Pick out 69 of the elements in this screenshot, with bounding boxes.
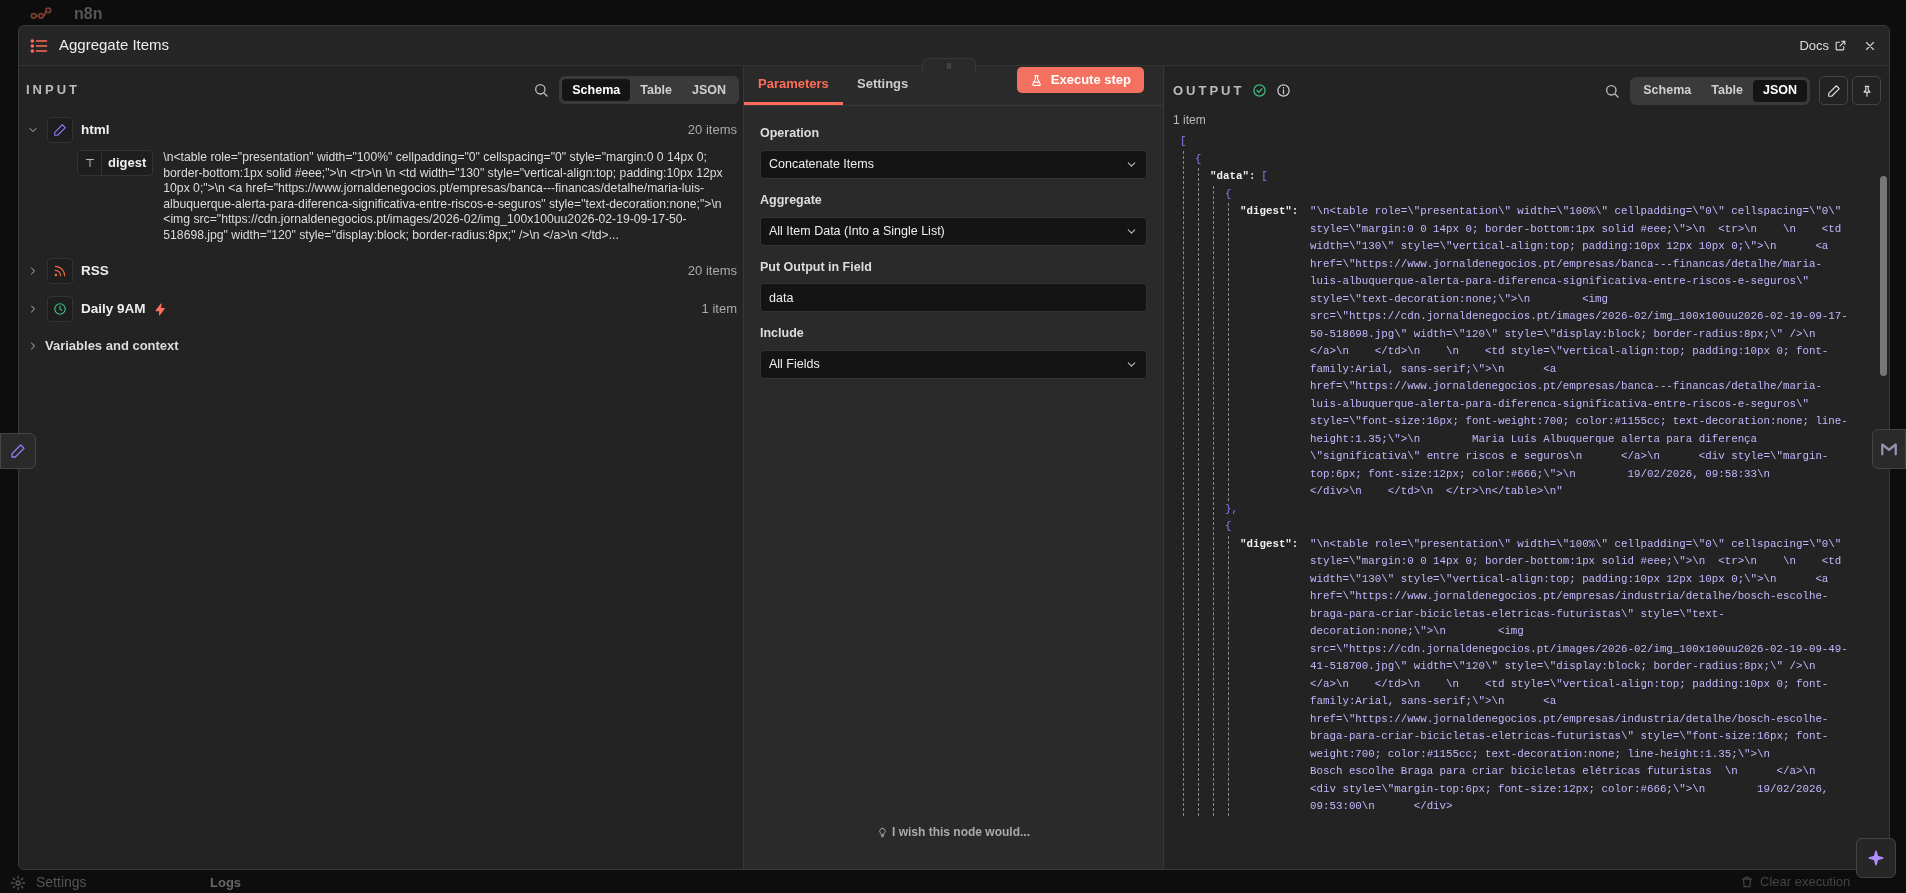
item-count: 20 items xyxy=(687,121,737,140)
view-tab[interactable]: Table xyxy=(1701,79,1753,102)
scrollbar[interactable] xyxy=(1880,176,1887,376)
flask-icon xyxy=(1029,73,1043,87)
tab[interactable]: Parameters xyxy=(744,65,843,105)
input-field[interactable]: data xyxy=(760,283,1147,313)
field-label: Aggregate xyxy=(760,191,823,209)
assistant-button[interactable] xyxy=(1856,838,1896,878)
clock-icon xyxy=(53,302,67,316)
search-icon xyxy=(1604,82,1621,99)
logs-label: Logs xyxy=(210,874,242,892)
json-key: "digest": xyxy=(1240,203,1310,221)
item-count: 1 item xyxy=(701,300,737,319)
letter-m-icon xyxy=(1880,440,1898,458)
external-link-icon xyxy=(1834,39,1847,52)
tab[interactable]: Settings xyxy=(843,65,923,105)
pencil-icon xyxy=(53,123,67,137)
docs-link[interactable]: Docs xyxy=(1799,35,1847,56)
app-name: n8n xyxy=(74,4,103,24)
field-tag: digest xyxy=(77,150,154,176)
info-icon xyxy=(1276,83,1292,98)
sparkle-icon xyxy=(1867,849,1885,867)
panel-heading: INPUT xyxy=(26,81,80,100)
text-type-icon xyxy=(83,157,96,169)
lightbulb-icon xyxy=(877,826,888,838)
pencil-icon xyxy=(1826,83,1841,98)
item-count: 20 items xyxy=(687,262,737,281)
select-field[interactable]: All Fields xyxy=(760,350,1147,379)
json-bracket: [ xyxy=(1261,169,1268,184)
pencil-icon xyxy=(10,443,26,459)
json-bracket: { xyxy=(1225,186,1232,202)
field-label: Operation xyxy=(760,125,821,142)
view-tab[interactable]: Schema xyxy=(562,79,631,101)
edit-button[interactable] xyxy=(1819,76,1848,105)
json-bracket: { xyxy=(1195,151,1202,167)
edit-side-button[interactable] xyxy=(0,433,36,469)
view-tab[interactable]: JSON xyxy=(681,79,736,101)
window-title: Aggregate Items xyxy=(59,35,170,56)
json-bracket: [ xyxy=(1180,134,1187,149)
item-count: 1 item xyxy=(1172,112,1207,129)
field-label: Include xyxy=(760,325,805,343)
json-value: "\n<table role=\"presentation\" width=\"100%\" cellpadding=\"0\" cellspacing=\"0\" style=\"margin:0 0 14px 0; border-bottom:1px solid #eee;\">\n <tr>\n \n <td width=\"130\" style=\"vertical-align:top; padding:10px 12px 10px 0;\">\n <a href=\"https://www.jornaldenegocios.pt/empresas/banca---financas/detalhe/maria-luis-albuquerque-alerta-para-diferenca-significativa-entre-riscos-e-seguros\" style=\"text-decoration:none;\">\n <img src=\"https://cdn.jornaldenegocios.pt/images/2026-02/img_100x100uu2026-02-19-09-17-50-518698.jpg\" width=\"120\" style=\"display:block; border-radius:8px;\" />\n </a>\n </td>\n \n <td style=\"vertical-align:top; padding:10px 0; font-family:Arial, sans-serif;\">\n <a href=\"https://www.jornaldenegocios.pt/empresas/banca---financas/detalhe/maria-luis-albuquerque-alerta-para-diferenca-significativa-entre-riscos-e-seguros\" style=\"font-size:16px; font-weight:700; color:#1155cc; text-decoration:none; line-height:1.35;\">\n Maria Luís Albuquerque alerta para diferença \"significativa\" entre riscos e seguros\n </a>\n <div style=\"margin-top:6px; font-size:12px; color:#666;\">\n 19/02/2026, 09:58:33\n </div>\n </td>\n </tr>\n</table>\n" xyxy=(1310,204,1849,499)
mail-side-button[interactable] xyxy=(1872,429,1906,469)
json-value: "\n<table role=\"presentation\" width=\"100%\" cellpadding=\"0\" cellspacing=\"0\" style=\"margin:0 0 14px 0; border-bottom:1px solid #eee;\">\n <tr>\n \n <td width=\"130\" style=\"vertical-align:top; padding:10px 12px 10px 0;\">\n <a href=\"https://www.jornaldenegocios.pt/empresas/industria/detalhe/bosch-escolhe-braga-para-criar-bicicletas-eletricas-futuristas\" style=\"text-decoration:none;\">\n <img src=\"https://cdn.jornaldenegocios.pt/images/2026-02/img_100x100uu2026-02-19-09-49-41-518700.jpg\" width=\"120\" style=\"display:block; border-radius:8px;\" />\n </a>\n </td>\n \n <td style=\"vertical-align:top; padding:10px 0; font-family:Arial, sans-serif;\">\n <a href=\"https://www.jornaldenegocios.pt/empresas/industria/detalhe/bosch-escolhe-braga-para-criar-bicicletas-eletricas-futuristas\" style=\"font-size:16px; font-weight:700; color:#1155cc; text-decoration:none; line-height:1.35;\">\n Bosch escolhe Braga para criar bicicletas elétricas futuristas \n </a>\n <div style=\"margin-top:6px; font-size:12px; color:#666;\">\n 19/02/2026, 09:53:00\n </div> xyxy=(1310,536,1849,814)
select-field[interactable]: All Item Data (Into a Single List) xyxy=(760,216,1147,246)
view-tab[interactable]: Schema xyxy=(1633,79,1702,102)
schema-node-row[interactable]: html 20 items xyxy=(19,112,743,148)
view-tab[interactable]: Table xyxy=(630,79,682,101)
search-button[interactable] xyxy=(533,82,550,98)
field-value: \n<table role="presentation" width="100%" cellpadding="0" cellspacing="0" style="margin:0 0 14px 0; border-bottom:1px solid #eee;">\n <tr>\n \n <td width="130" style="vertical-align:top; padding:10px 12px 10px 0;">\n <a href="https://www.jornaldenegocios.pt/empresas/banca---financas/detalhe/maria-luis-albuquerque-alerta-para-diferenca-significativa-entre-riscos-e-seguros" style="text-decoration:none;">\n <img src="https://cdn.jornaldenegocios.pt/images/2026-02/img_100x100uu2026-02-19-09-17-50-518698.jpg" width="120" style="display:block; border-radius:8px;" />\n </a>\n </td>... xyxy=(163,150,724,243)
pin-button[interactable] xyxy=(1852,76,1881,105)
schema-node-row[interactable]: RSS 20 items xyxy=(19,253,743,289)
search-icon xyxy=(533,82,550,98)
json-key: "data": xyxy=(1210,168,1256,186)
schema-node-row[interactable]: Daily 9AM 1 item xyxy=(19,291,743,327)
variables-row[interactable]: Variables and context xyxy=(19,329,743,363)
json-key: "digest": xyxy=(1240,535,1310,553)
panel-heading: OUTPUT xyxy=(1173,81,1245,100)
search-button[interactable] xyxy=(1604,82,1621,99)
grip-icon xyxy=(944,60,954,71)
feedback-link[interactable]: I wish this node would... xyxy=(877,823,1030,841)
drag-handle[interactable] xyxy=(922,58,976,72)
rss-icon xyxy=(53,264,67,278)
select-field[interactable]: Concatenate Items xyxy=(760,149,1147,179)
trash-icon xyxy=(1740,874,1754,889)
view-tab[interactable]: JSON xyxy=(1752,79,1807,102)
json-bracket: }, xyxy=(1225,502,1238,515)
field-label: Put Output in Field xyxy=(760,258,873,276)
json-bracket: { xyxy=(1225,519,1232,534)
